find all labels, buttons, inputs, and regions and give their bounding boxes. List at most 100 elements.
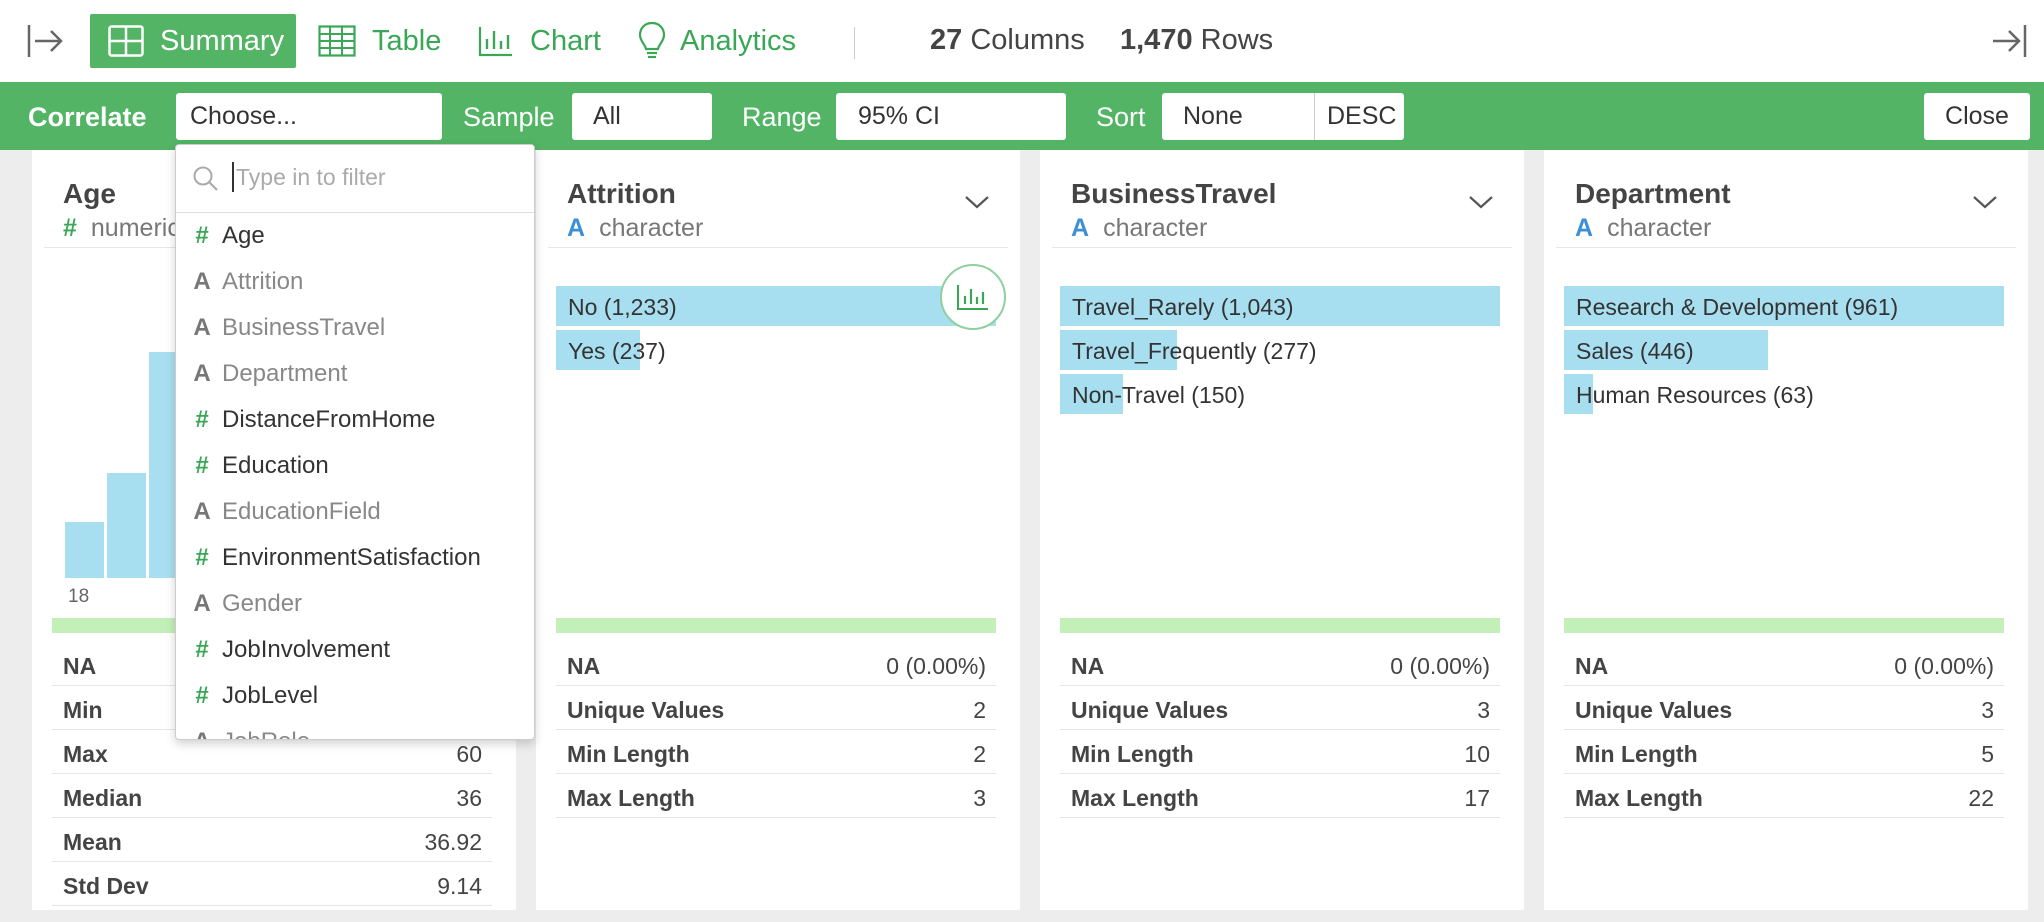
stat-key: Min Length xyxy=(1575,741,1698,767)
collapse-left-icon[interactable] xyxy=(26,22,64,65)
bar-chart-icon xyxy=(957,285,988,310)
dropdown-item[interactable]: # JobLevel xyxy=(176,673,534,719)
dropdown-item[interactable]: # Education xyxy=(176,443,534,489)
dropdown-item[interactable]: # Age xyxy=(176,213,534,259)
range-label: Range xyxy=(742,102,822,132)
value-bar-row[interactable]: Non-Travel (150) xyxy=(1060,374,1500,414)
chart-toggle-button[interactable] xyxy=(940,264,1006,330)
stat-row: Min Length 5 xyxy=(1564,730,2004,774)
lightbulb-icon xyxy=(638,21,666,59)
filter-input[interactable]: Type in to filter xyxy=(232,162,386,192)
sample-label: Sample xyxy=(463,102,555,132)
stat-value: 0 (0.00%) xyxy=(886,653,986,679)
card-type: A character xyxy=(567,214,703,243)
value-bar-row[interactable]: Travel_Rarely (1,043) xyxy=(1060,286,1500,326)
na-strip xyxy=(1564,618,2004,633)
card-type-label: character xyxy=(1607,214,1712,242)
stat-value: 0 (0.00%) xyxy=(1390,653,1490,679)
dropdown-item-label: Gender xyxy=(222,590,303,617)
value-bar-row[interactable]: No (1,233) xyxy=(556,286,996,326)
dropdown-item[interactable]: A Attrition xyxy=(176,259,534,305)
collapse-right-icon[interactable] xyxy=(1990,22,2028,65)
dropdown-item[interactable]: A EducationField xyxy=(176,489,534,535)
character-type-icon: A xyxy=(192,728,212,739)
value-bar-row[interactable]: Human Resources (63) xyxy=(1564,374,2004,414)
dropdown-search[interactable]: Type in to filter xyxy=(176,145,534,213)
stat-row: Unique Values 3 xyxy=(1564,686,2004,730)
sort-select[interactable]: None xyxy=(1162,93,1314,140)
dropdown-item-label: JobRole xyxy=(222,728,310,739)
dropdown-item-label: Age xyxy=(222,222,265,249)
dropdown-item[interactable]: # JobInvolvement xyxy=(176,627,534,673)
stat-key: Max Length xyxy=(1575,785,1703,811)
card-type: A character xyxy=(1575,214,1711,243)
na-strip xyxy=(1060,618,1500,633)
grid-icon xyxy=(108,25,144,57)
sort-order-button[interactable]: DESC xyxy=(1314,93,1404,140)
dropdown-item[interactable]: A Department xyxy=(176,351,534,397)
character-type-icon: A xyxy=(193,498,211,525)
column-card-attrition: Attrition A character No (1,233) Yes (237… xyxy=(536,150,1020,910)
value-bar-label: Travel_Frequently (277) xyxy=(1072,338,1317,364)
value-bar-row[interactable]: Sales (446) xyxy=(1564,330,2004,370)
value-bar-row[interactable]: Yes (237) xyxy=(556,330,996,370)
columns-count: 27 Columns xyxy=(930,24,1085,56)
histogram-bar[interactable] xyxy=(107,473,146,578)
chevron-down-icon[interactable] xyxy=(964,194,990,215)
numeric-type-icon: # xyxy=(195,682,209,709)
stat-key: Max xyxy=(63,741,108,767)
tab-analytics[interactable]: Analytics xyxy=(638,14,796,68)
tab-chart[interactable]: Chart xyxy=(478,14,601,68)
dropdown-item[interactable]: A JobRole xyxy=(176,719,534,739)
stat-key: Min xyxy=(63,697,103,723)
stat-value: 2 xyxy=(973,741,986,767)
value-bar-label: Research & Development (961) xyxy=(1576,294,1899,320)
stat-key: Min Length xyxy=(1071,741,1194,767)
stat-key: NA xyxy=(63,653,97,679)
stat-value: 22 xyxy=(1968,785,1994,811)
stat-value: 2 xyxy=(973,697,986,723)
value-bar-row[interactable]: Travel_Frequently (277) xyxy=(1060,330,1500,370)
tab-chart-label: Chart xyxy=(530,24,601,57)
tab-table[interactable]: Table xyxy=(318,14,441,68)
stat-row: Max Length 3 xyxy=(556,774,996,818)
stat-value: 17 xyxy=(1464,785,1490,811)
sample-select[interactable]: All xyxy=(572,93,712,140)
card-type-label: numeric xyxy=(90,214,180,242)
histogram-bar[interactable] xyxy=(65,522,104,578)
stat-row: NA 0 (0.00%) xyxy=(556,642,996,686)
column-card-department: Department A character Research & Develo… xyxy=(1544,150,2028,910)
stat-row: Median 36 xyxy=(52,774,492,818)
stat-row: Min Length 2 xyxy=(556,730,996,774)
dropdown-item[interactable]: A BusinessTravel xyxy=(176,305,534,351)
value-bar-row[interactable]: Research & Development (961) xyxy=(1564,286,2004,326)
close-button[interactable]: Close xyxy=(1924,93,2030,140)
column-card-businesstravel: BusinessTravel A character Travel_Rarely… xyxy=(1040,150,1524,910)
stat-row: Mean 36.92 xyxy=(52,818,492,862)
value-bar-label: Travel_Rarely (1,043) xyxy=(1072,294,1294,320)
card-type-label: character xyxy=(1103,214,1208,242)
range-select[interactable]: 95% CI xyxy=(836,93,1066,140)
dropdown-list: # Age A Attrition A BusinessTravel A Department… xyxy=(176,213,534,739)
chevron-down-icon[interactable] xyxy=(1468,194,1494,215)
character-type-icon: A xyxy=(193,590,211,617)
stat-value: 60 xyxy=(456,741,482,767)
character-type-icon: A xyxy=(193,360,211,387)
stat-row: Min Length 10 xyxy=(1060,730,1500,774)
dropdown-item[interactable]: A Gender xyxy=(176,581,534,627)
numeric-type-icon: # xyxy=(195,636,209,663)
stat-row: NA 0 (0.00%) xyxy=(1564,642,2004,686)
stat-key: Max Length xyxy=(567,785,695,811)
dropdown-item[interactable]: # EnvironmentSatisfaction xyxy=(176,535,534,581)
dropdown-item-label: JobInvolvement xyxy=(222,636,391,663)
stat-value: 10 xyxy=(1464,741,1490,767)
correlate-select[interactable]: Choose... xyxy=(176,93,442,140)
stat-key: Unique Values xyxy=(1575,697,1733,723)
dropdown-item[interactable]: # DistanceFromHome xyxy=(176,397,534,443)
value-bar-label: Yes (237) xyxy=(568,338,666,364)
numeric-type-icon: # xyxy=(63,214,77,242)
value-bar-label: Human Resources (63) xyxy=(1576,382,1814,408)
tab-summary[interactable]: Summary xyxy=(90,14,296,68)
chevron-down-icon[interactable] xyxy=(1972,194,1998,215)
sort-label: Sort xyxy=(1096,102,1146,132)
